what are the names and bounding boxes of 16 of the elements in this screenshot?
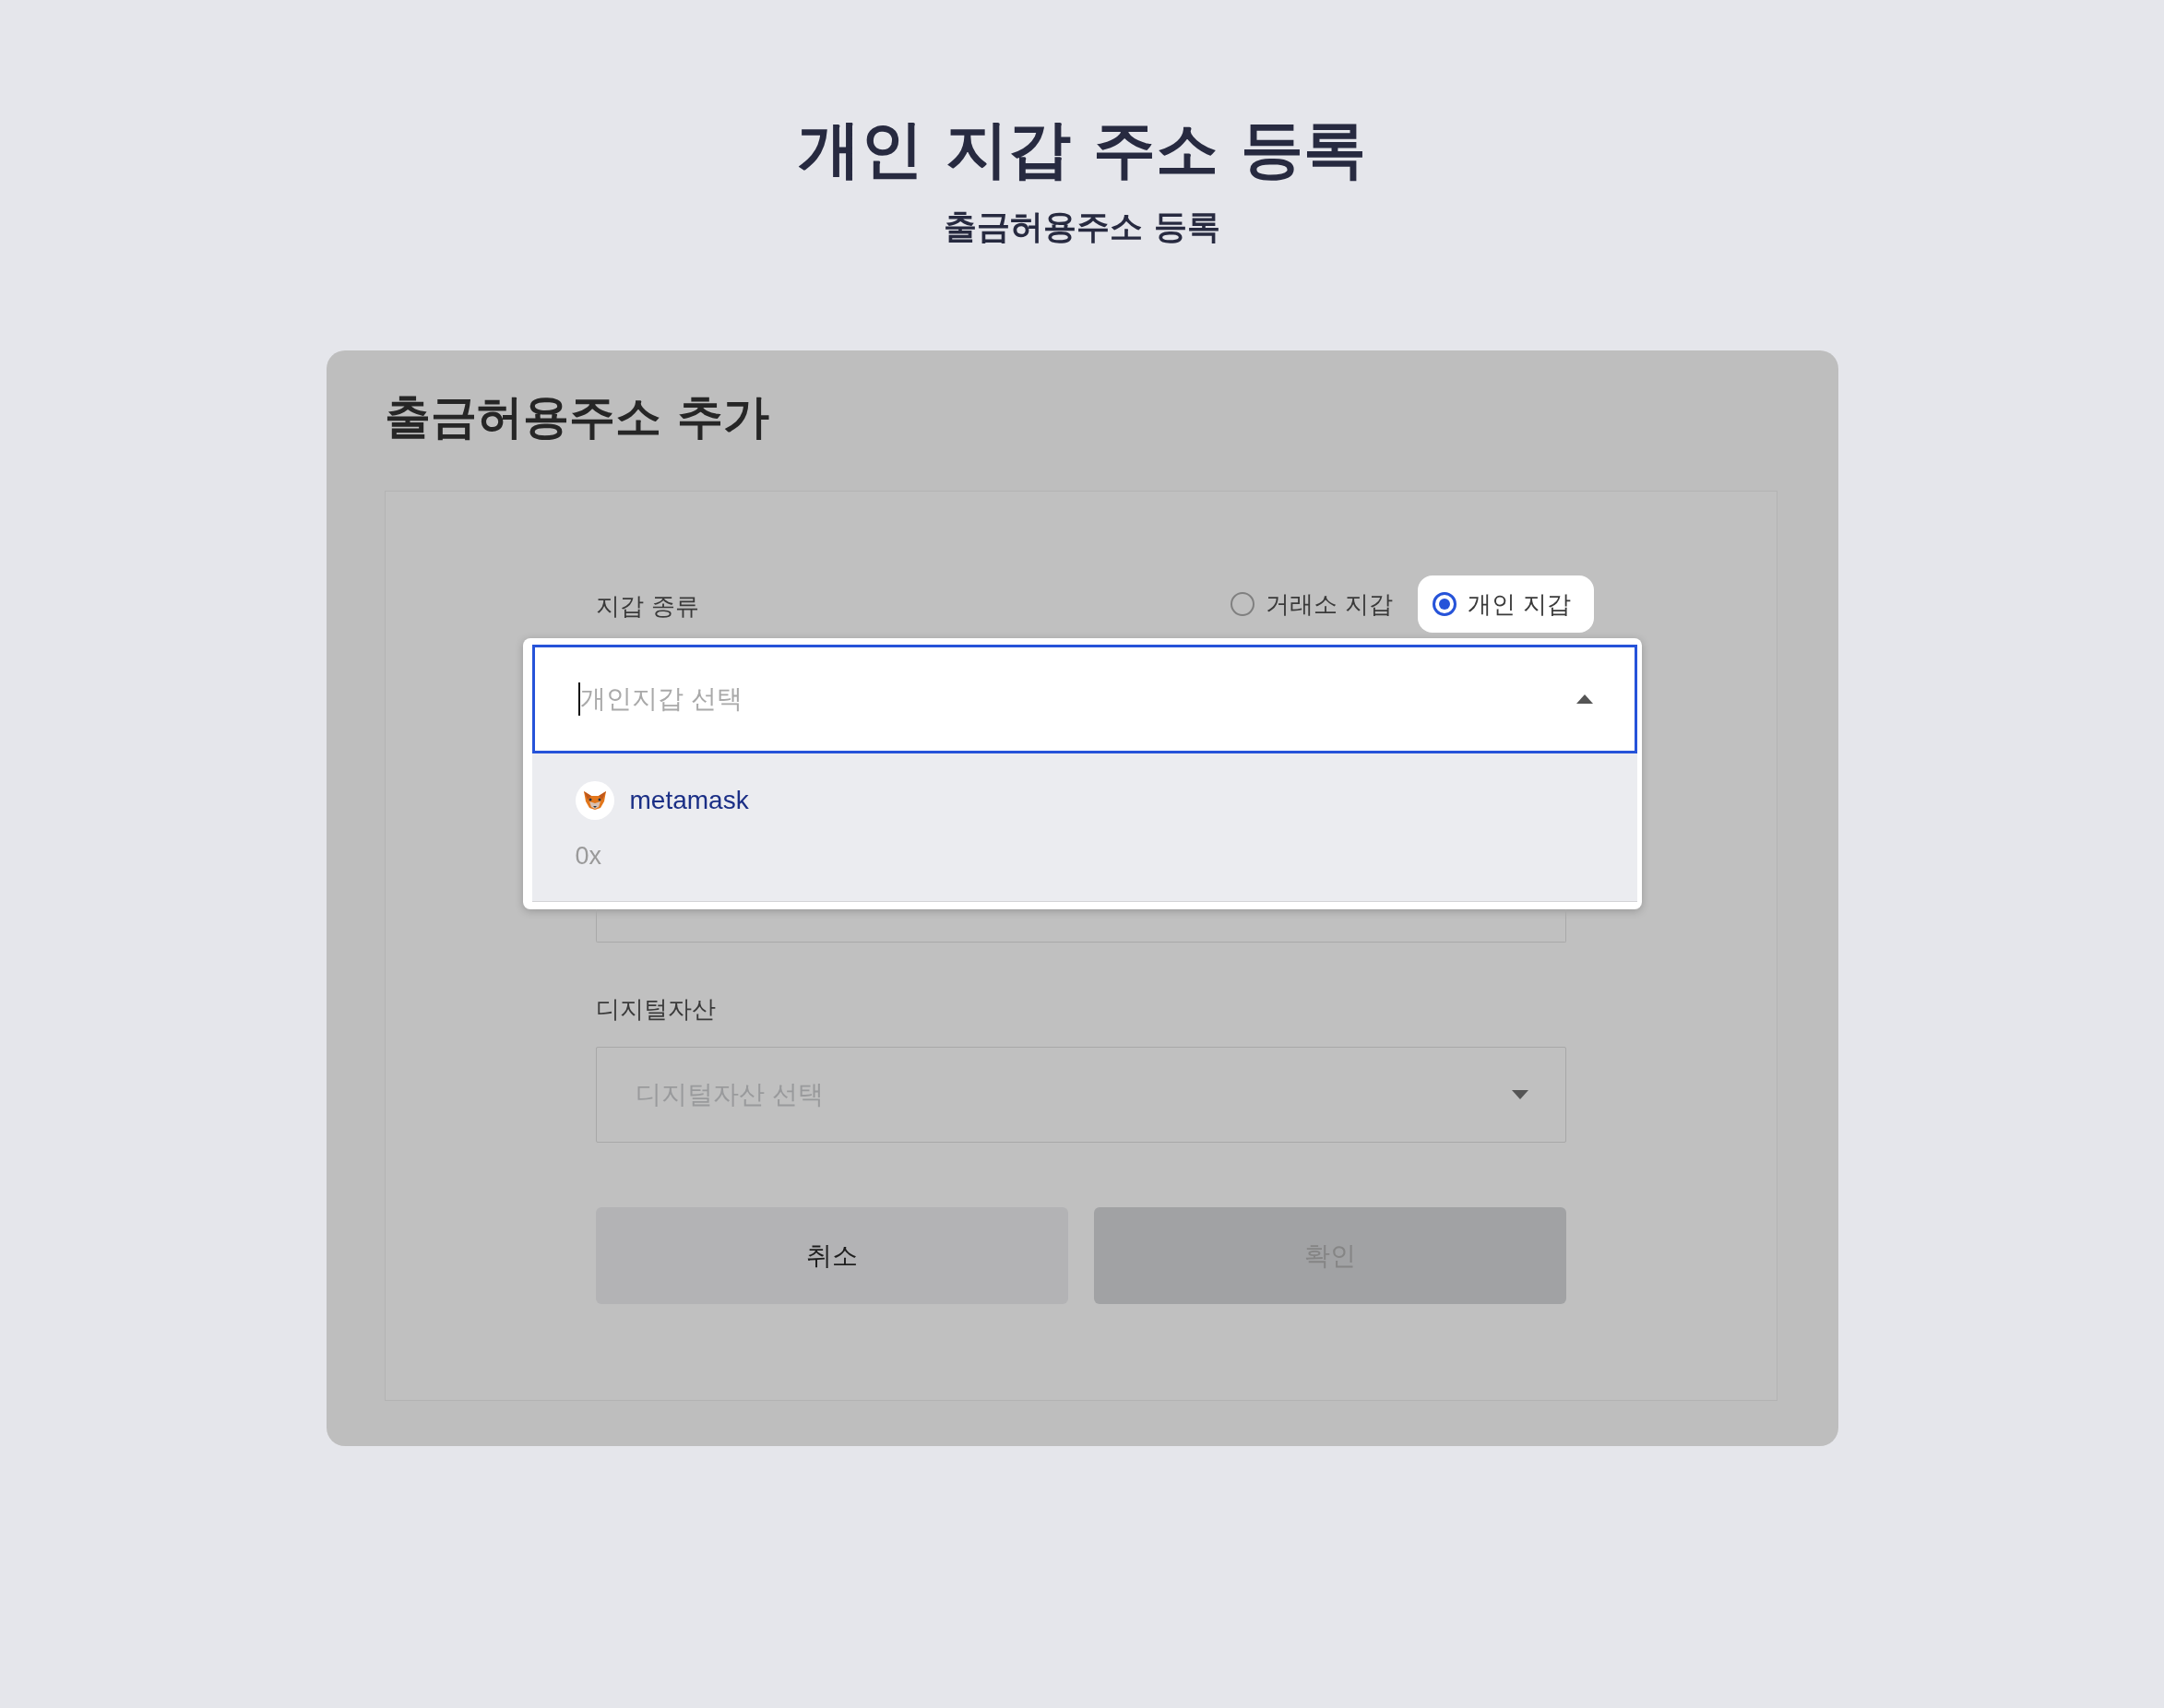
field-label: 디지털자산 bbox=[595, 994, 716, 1025]
page-subtitle: 출금허용주소 등록 bbox=[943, 207, 1221, 247]
card-title: 출금허용주소 추가 bbox=[384, 389, 769, 445]
cancel-button[interactable]: 취소 bbox=[595, 1207, 1068, 1304]
radio-icon bbox=[1433, 592, 1457, 616]
field-label: 지갑 종류 bbox=[595, 591, 699, 622]
radio-icon bbox=[1230, 592, 1254, 616]
radio-option[interactable]: 개인 지갑 bbox=[1418, 575, 1594, 633]
radio-option[interactable]: 거래소 지갑 bbox=[1215, 575, 1416, 633]
text-cursor bbox=[577, 682, 580, 716]
wallet-name: metamask bbox=[629, 786, 749, 815]
fox-icon bbox=[575, 781, 614, 820]
dropdown-option[interactable]: metamask 0x bbox=[531, 753, 1637, 902]
page-title: 개인 지갑 주소 등록 bbox=[798, 112, 1366, 187]
wallet-address: 0x bbox=[575, 841, 602, 872]
input-field[interactable] bbox=[595, 909, 1566, 943]
